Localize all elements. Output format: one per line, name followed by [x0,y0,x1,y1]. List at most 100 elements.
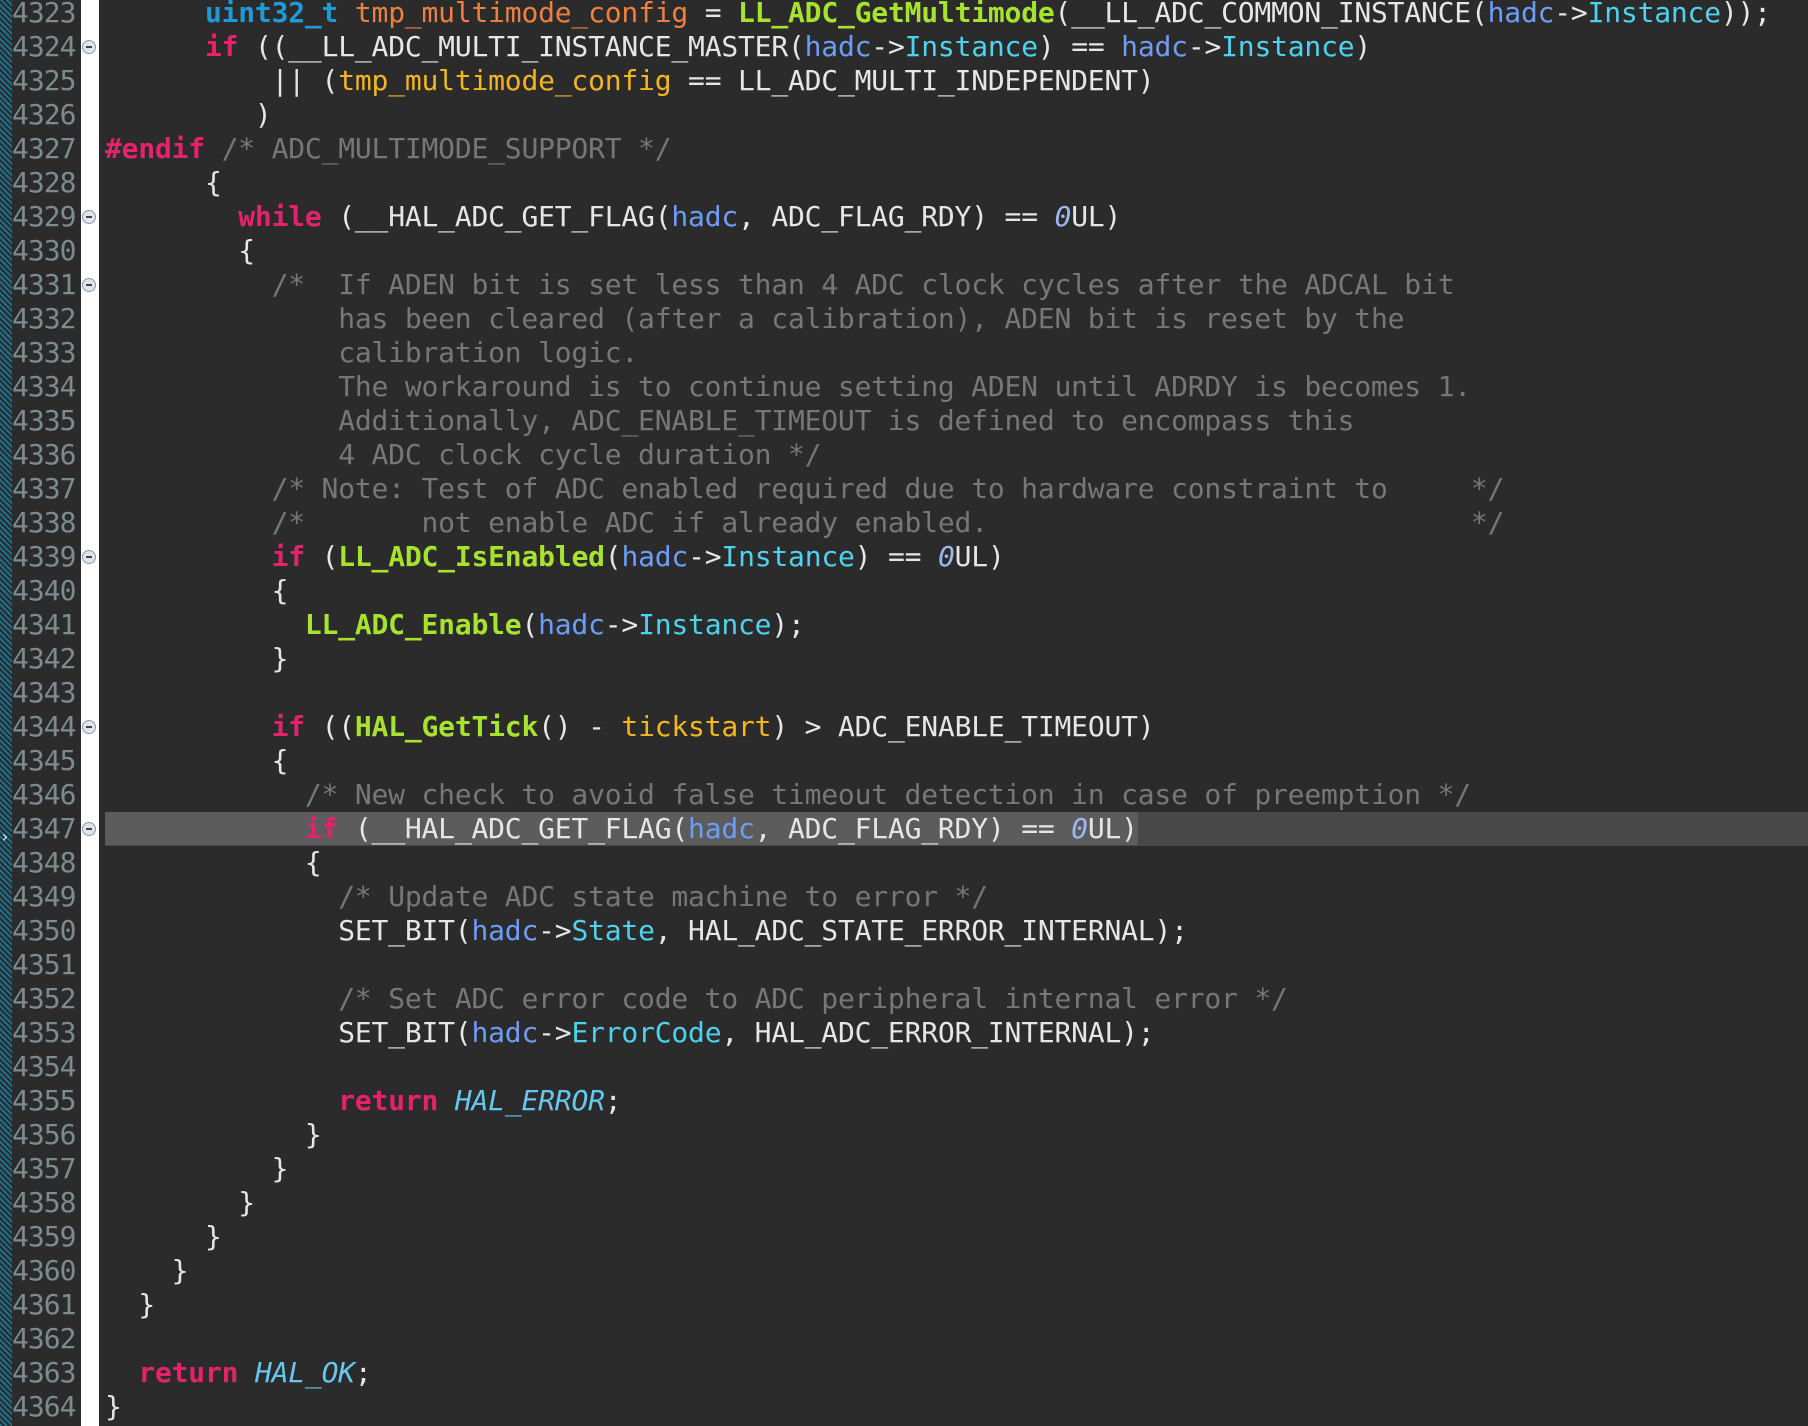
code-line[interactable]: 4334 The workaround is to continue setti… [0,370,1808,404]
token-par: hadc [1121,30,1188,63]
code-line[interactable]: 4348 { [0,846,1808,880]
code-line[interactable]: 4339 if (LL_ADC_IsEnabled(hadc->Instance… [0,540,1808,574]
code-text[interactable]: SET_BIT(hadc->ErrorCode, HAL_ADC_ERROR_I… [105,1016,1808,1050]
line-number: 4342 [12,642,76,675]
fold-collapse-icon[interactable] [82,210,96,224]
code-line[interactable]: 4338 /* not enable ADC if already enable… [0,506,1808,540]
code-text[interactable]: if (LL_ADC_IsEnabled(hadc->Instance) == … [105,540,1808,574]
code-text[interactable]: #endif /* ADC_MULTIMODE_SUPPORT */ [105,132,1808,166]
code-line[interactable]: 4358 } [0,1186,1808,1220]
code-line[interactable]: 4344 if ((HAL_GetTick() - tickstart) > A… [0,710,1808,744]
code-text[interactable]: ) [105,98,1808,132]
fold-collapse-icon[interactable] [82,822,96,836]
code-text[interactable]: return HAL_OK; [105,1356,1808,1390]
code-line[interactable]: 4359 } [0,1220,1808,1254]
code-line[interactable]: 4340 { [0,574,1808,608]
code-line[interactable]: 4328 { [0,166,1808,200]
fold-collapse-icon[interactable] [82,40,96,54]
code-text[interactable] [105,1050,1808,1084]
code-line[interactable]: 4323 uint32_t tmp_multimode_config = LL_… [0,0,1808,30]
code-text[interactable]: /* not enable ADC if already enabled. */ [105,506,1808,540]
code-text[interactable]: /* Note: Test of ADC enabled required du… [105,472,1808,506]
code-text[interactable]: || (tmp_multimode_config == LL_ADC_MULTI… [105,64,1808,98]
code-text[interactable] [105,948,1808,982]
code-line[interactable]: 4329 while (__HAL_ADC_GET_FLAG(hadc, ADC… [0,200,1808,234]
code-content: if (__HAL_ADC_GET_FLAG(hadc, ADC_FLAG_RD… [105,812,1138,845]
code-line[interactable]: 4332 has been cleared (after a calibrati… [0,302,1808,336]
code-text[interactable] [105,1322,1808,1356]
code-text[interactable]: /* If ADEN bit is set less than 4 ADC cl… [105,268,1808,302]
code-text[interactable]: Additionally, ADC_ENABLE_TIMEOUT is defi… [105,404,1808,438]
code-text[interactable]: { [105,234,1808,268]
code-line[interactable]: 4342 } [0,642,1808,676]
code-text[interactable]: /* New check to avoid false timeout dete… [105,778,1808,812]
code-line[interactable]: 4331 /* If ADEN bit is set less than 4 A… [0,268,1808,302]
code-text[interactable]: if ((HAL_GetTick() - tickstart) > ADC_EN… [105,710,1808,744]
code-line[interactable]: 4335 Additionally, ADC_ENABLE_TIMEOUT is… [0,404,1808,438]
code-text[interactable]: { [105,166,1808,200]
code-line[interactable]: 4351 [0,948,1808,982]
code-line[interactable]: 4345 { [0,744,1808,778]
code-line[interactable]: 4350 SET_BIT(hadc->State, HAL_ADC_STATE_… [0,914,1808,948]
code-line[interactable]: 4333 calibration logic. [0,336,1808,370]
code-line[interactable]: 4349 /* Update ADC state machine to erro… [0,880,1808,914]
code-content: } [105,1186,255,1219]
code-text[interactable]: } [105,1118,1808,1152]
token-p: , ADC_FLAG_RDY) == [738,200,1055,233]
code-line[interactable]: 4341 LL_ADC_Enable(hadc->Instance); [0,608,1808,642]
code-line[interactable]: 4327 #endif /* ADC_MULTIMODE_SUPPORT */ [0,132,1808,166]
token-kw: if [204,30,239,63]
code-text[interactable]: return HAL_ERROR; [105,1084,1808,1118]
code-text[interactable]: } [105,1254,1808,1288]
code-line[interactable]: 4330 { [0,234,1808,268]
code-line[interactable]: 4336 4 ADC clock cycle duration */ [0,438,1808,472]
current-code-line[interactable]: › 4347 if (__HAL_ADC_GET_FLAG(hadc, ADC_F… [0,812,1808,846]
fold-collapse-icon[interactable] [82,278,96,292]
code-line[interactable]: 4362 [0,1322,1808,1356]
code-text[interactable]: } [105,1220,1808,1254]
code-line[interactable]: 4354 [0,1050,1808,1084]
code-line[interactable]: 4355 return HAL_ERROR; [0,1084,1808,1118]
code-line[interactable]: 4363 return HAL_OK; [0,1356,1808,1390]
code-text[interactable]: while (__HAL_ADC_GET_FLAG(hadc, ADC_FLAG… [105,200,1808,234]
fold-collapse-icon[interactable] [82,550,96,564]
code-line[interactable]: 4325 || (tmp_multimode_config == LL_ADC_… [0,64,1808,98]
code-line[interactable]: 4343 [0,676,1808,710]
code-text[interactable]: if ((__LL_ADC_MULTI_INSTANCE_MASTER(hadc… [105,30,1808,64]
code-line[interactable]: 4360 } [0,1254,1808,1288]
code-text[interactable] [105,676,1808,710]
token-p [105,608,305,641]
code-line[interactable]: 4324 if ((__LL_ADC_MULTI_INSTANCE_MASTER… [0,30,1808,64]
code-text[interactable]: if (__HAL_ADC_GET_FLAG(hadc, ADC_FLAG_RD… [105,812,1808,846]
code-editor[interactable]: 4323 uint32_t tmp_multimode_config = LL_… [0,0,1808,1424]
code-line[interactable]: 4364} [0,1390,1808,1424]
code-line[interactable]: 4337 /* Note: Test of ADC enabled requir… [0,472,1808,506]
code-line[interactable]: 4357 } [0,1152,1808,1186]
code-content: } [105,1152,289,1185]
fold-collapse-icon[interactable] [82,720,96,734]
code-text[interactable]: /* Set ADC error code to ADC peripheral … [105,982,1808,1016]
code-line[interactable]: 4356 } [0,1118,1808,1152]
code-text[interactable]: } [105,1288,1808,1322]
code-text[interactable]: /* Update ADC state machine to error */ [105,880,1808,914]
code-line[interactable]: 4361 } [0,1288,1808,1322]
code-line[interactable]: 4353 SET_BIT(hadc->ErrorCode, HAL_ADC_ER… [0,1016,1808,1050]
code-text[interactable]: has been cleared (after a calibration), … [105,302,1808,336]
code-line[interactable]: 4346 /* New check to avoid false timeout… [0,778,1808,812]
code-line[interactable]: 4352 /* Set ADC error code to ADC periph… [0,982,1808,1016]
code-text[interactable]: } [105,1152,1808,1186]
code-text[interactable]: } [105,1390,1808,1424]
code-text[interactable]: uint32_t tmp_multimode_config = LL_ADC_G… [105,0,1808,30]
code-text[interactable]: calibration logic. [105,336,1808,370]
code-text[interactable]: } [105,642,1808,676]
code-text[interactable]: } [105,1186,1808,1220]
code-text[interactable]: SET_BIT(hadc->State, HAL_ADC_STATE_ERROR… [105,914,1808,948]
code-line[interactable]: 4326 ) [0,98,1808,132]
code-text[interactable]: { [105,744,1808,778]
code-text[interactable]: { [105,574,1808,608]
token-p: ( [521,608,539,641]
code-text[interactable]: 4 ADC clock cycle duration */ [105,438,1808,472]
code-text[interactable]: LL_ADC_Enable(hadc->Instance); [105,608,1808,642]
code-text[interactable]: { [105,846,1808,880]
code-text[interactable]: The workaround is to continue setting AD… [105,370,1808,404]
